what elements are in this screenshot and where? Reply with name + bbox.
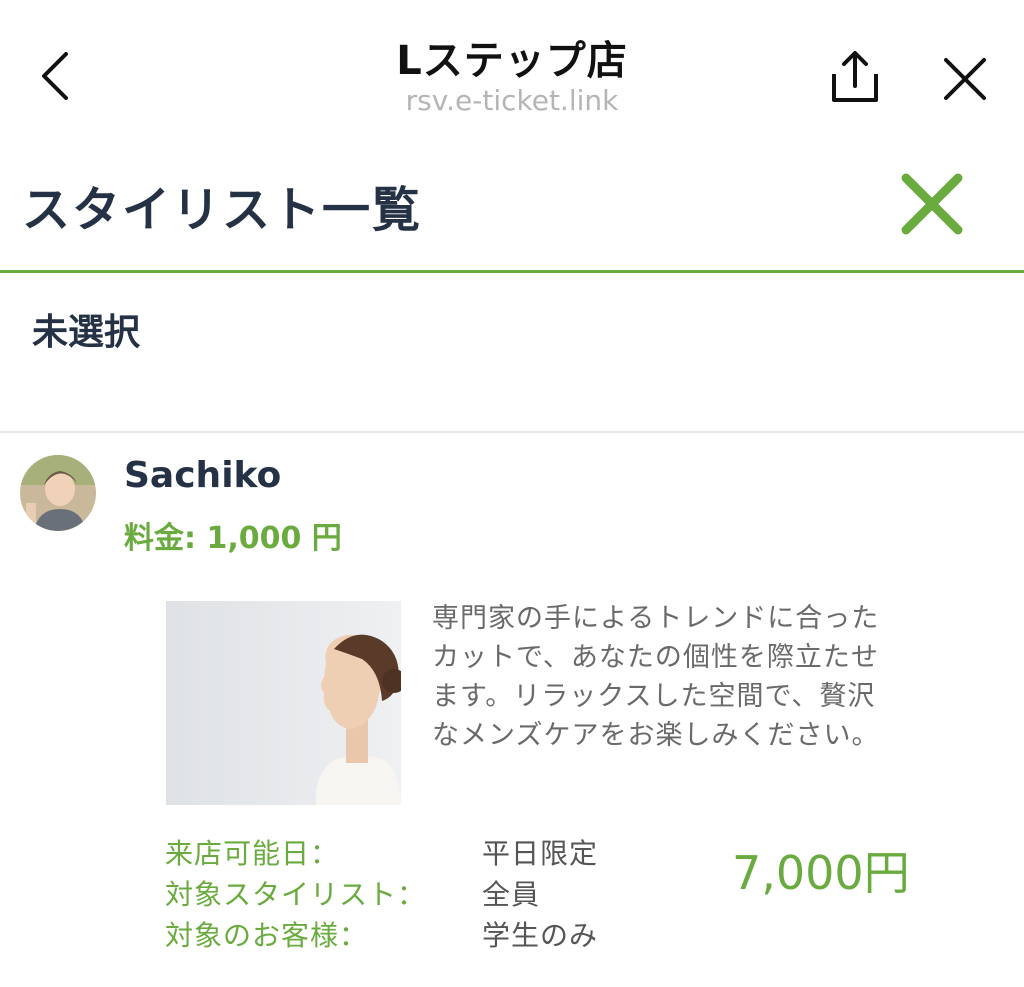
- menu-detail-values: 平日限定 全員 学生のみ: [482, 833, 598, 956]
- detail-value: 全員: [482, 878, 541, 911]
- stylist-card[interactable]: Sachiko 料金: 1,000 円 専門家の手によるトレンドに合ったカットで…: [0, 433, 1024, 987]
- unselected-option[interactable]: 未選択: [0, 273, 1024, 433]
- browser-header: Lステップ店 rsv.e-ticket.link: [0, 0, 1024, 140]
- modal-close-button[interactable]: [896, 168, 968, 240]
- detail-label: 来店可能日：: [165, 837, 340, 870]
- page: Lステップ店 rsv.e-ticket.link スタイリスト一覧 未選択 Sa…: [0, 0, 1024, 987]
- menu-detail-labels: 来店可能日： 対象スタイリスト： 対象のお客様：: [165, 833, 426, 956]
- detail-label: 対象スタイリスト：: [165, 878, 427, 911]
- close-icon: [901, 173, 963, 235]
- menu-description: 専門家の手によるトレンドに合ったカットで、あなたの個性を際立たせます。リラックス…: [432, 603, 880, 751]
- browser-close-button[interactable]: [938, 52, 992, 106]
- modal-title: スタイリスト一覧: [22, 182, 423, 238]
- detail-label: 対象のお客様：: [165, 919, 369, 952]
- modal-header: スタイリスト一覧: [0, 140, 1024, 273]
- stylist-price: 料金: 1,000 円: [124, 521, 342, 556]
- close-icon: [944, 58, 986, 100]
- menu-price: 7,000円: [732, 846, 910, 900]
- detail-value: 平日限定: [482, 837, 599, 870]
- menu-image: [166, 601, 401, 805]
- share-icon: [832, 51, 878, 102]
- avatar: [20, 455, 96, 531]
- share-button[interactable]: [826, 48, 884, 108]
- stylist-name: Sachiko: [124, 455, 282, 496]
- detail-value: 学生のみ: [482, 919, 599, 952]
- unselected-label: 未選択: [32, 312, 141, 353]
